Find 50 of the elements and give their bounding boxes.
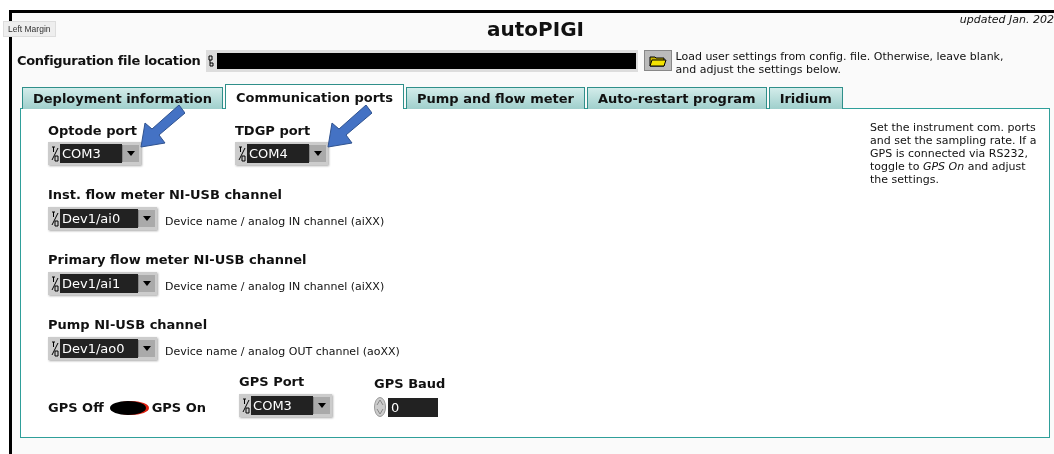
io-icon	[51, 340, 59, 357]
config-label: Configuration file location	[17, 53, 201, 68]
channel-label: Primary flow meter NI-USB channel	[48, 252, 308, 267]
pointer-arrow	[139, 105, 185, 149]
tab[interactable]: Pump and flow meter	[406, 87, 585, 109]
channel-description: Device name / analog OUT channel (aoXX)	[165, 345, 400, 358]
ring-dropdown[interactable]: COM3	[239, 394, 333, 417]
spinner-icon[interactable]	[374, 397, 387, 417]
caret-icon	[143, 346, 151, 351]
tab[interactable]: Communication ports	[225, 84, 405, 109]
gps-on-label: GPS On	[151, 400, 207, 415]
tab[interactable]: Iridium	[768, 87, 843, 109]
folder-icon	[648, 54, 667, 67]
caret-icon	[143, 216, 151, 221]
io-icon	[51, 275, 59, 292]
path-icon	[207, 55, 214, 67]
gps-off-label: GPS Off	[48, 400, 104, 415]
baud-field[interactable]: 0	[388, 397, 439, 417]
pointer-arrow	[326, 105, 372, 149]
gps-toggle[interactable]	[109, 400, 146, 415]
io-icon	[51, 210, 59, 227]
channel-label: Inst. flow meter NI-USB channel	[48, 187, 283, 202]
io-icon	[242, 397, 251, 414]
config-hint: Load user settings from config. file. Otherwise, leave blank, and adjust the settings below.	[675, 50, 1005, 76]
ring-dropdown[interactable]: Dev1/ao0	[48, 337, 157, 360]
gps-baud-label: GPS Baud	[374, 376, 446, 391]
caret-icon	[314, 151, 322, 156]
caret-icon	[143, 281, 151, 286]
app-title: autoPIGI	[487, 17, 584, 43]
io-icon	[238, 145, 246, 162]
io-icon	[51, 145, 59, 162]
port-label: TDGP port	[235, 123, 312, 138]
channel-description: Device name / analog IN channel (aiXX)	[165, 280, 385, 293]
help-text: Set the instrument com. ports and set the sampling rate. If a GPS is connected via RS232, toggle to GPS On and adjust the settings.	[870, 121, 1038, 188]
caret-icon	[127, 151, 135, 156]
browse-button[interactable]	[643, 50, 672, 71]
updated-note: updated Jan. 202	[959, 13, 1054, 26]
path-field[interactable]	[205, 50, 638, 72]
ring-dropdown[interactable]: COM4	[235, 142, 328, 165]
gps-port-label: GPS Port	[239, 374, 306, 389]
ring-dropdown[interactable]: Dev1/ai1	[48, 272, 157, 295]
ring-dropdown[interactable]: COM3	[48, 142, 141, 165]
tab[interactable]: Deployment information	[22, 87, 224, 109]
tab[interactable]: Auto-restart program	[586, 87, 767, 109]
channel-description: Device name / analog IN channel (aiXX)	[165, 215, 385, 228]
caret-icon	[318, 403, 327, 408]
tooltip: Left Margin	[3, 21, 56, 37]
port-label: Optode port	[48, 123, 138, 138]
channel-label: Pump NI-USB channel	[48, 317, 209, 332]
ring-dropdown[interactable]: Dev1/ai0	[48, 207, 157, 230]
